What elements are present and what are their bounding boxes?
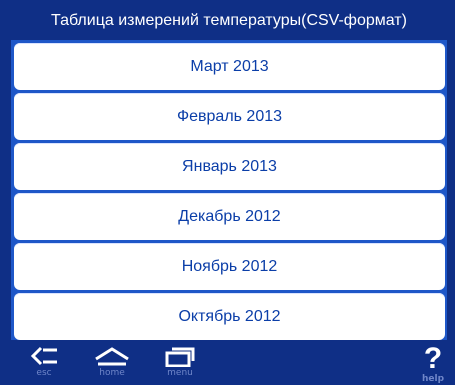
back-arrow-icon xyxy=(30,346,57,366)
list-item-label: Декабрь 2012 xyxy=(178,207,281,225)
menu-icon xyxy=(165,347,195,367)
menu-button[interactable]: menu xyxy=(150,341,210,385)
list-item-label: Март 2013 xyxy=(190,57,269,75)
list-item-march-2013[interactable]: Март 2013 xyxy=(14,43,445,90)
month-list: Март 2013 Февраль 2013 Январь 2013 Декаб… xyxy=(11,40,447,340)
back-button-label: esc xyxy=(36,368,52,378)
list-item-november-2012[interactable]: Ноябрь 2012 xyxy=(14,243,445,290)
list-item-label: Ноябрь 2012 xyxy=(181,257,278,275)
list-item-october-2012[interactable]: Октябрь 2012 xyxy=(14,293,445,340)
app-frame: Таблица измерений температуры(CSV-формат… xyxy=(0,0,455,385)
list-item-december-2012[interactable]: Декабрь 2012 xyxy=(14,193,445,240)
list-item-january-2013[interactable]: Январь 2013 xyxy=(14,143,445,190)
help-icon: ? xyxy=(423,342,443,375)
list-item-label: Февраль 2013 xyxy=(176,107,283,125)
bottom-toolbar: esc home menu ? help xyxy=(0,341,455,385)
home-button[interactable]: home xyxy=(82,341,142,385)
page-title: Таблица измерений температуры(CSV-формат… xyxy=(51,12,407,29)
home-button-label: home xyxy=(99,368,125,378)
menu-button-label: menu xyxy=(167,368,193,378)
home-icon xyxy=(95,347,129,366)
list-item-february-2013[interactable]: Февраль 2013 xyxy=(14,93,445,140)
help-button[interactable]: ? help xyxy=(417,343,449,385)
list-item-label: Октябрь 2012 xyxy=(178,307,281,325)
help-button-label: help xyxy=(421,374,445,384)
list-item-label: Январь 2013 xyxy=(182,157,277,175)
back-button[interactable]: esc xyxy=(14,341,74,385)
